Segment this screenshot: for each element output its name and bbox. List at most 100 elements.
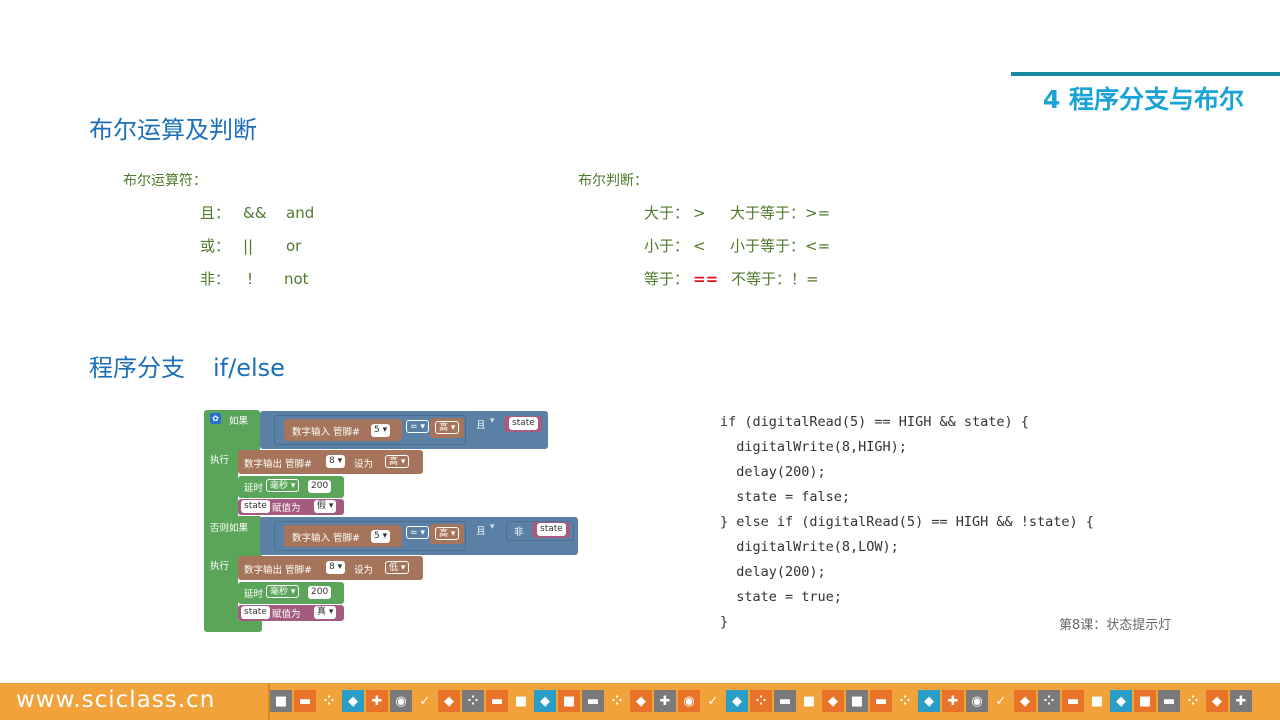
code-line: if (digitalRead(5) == HIGH && state) { — [720, 414, 1029, 430]
pin-output-dropdown[interactable]: 8 ▾ — [326, 561, 346, 574]
judge-symbol: < — [693, 237, 706, 255]
ms-dropdown[interactable]: 毫秒 ▾ — [266, 585, 300, 598]
code-line: } — [720, 614, 729, 630]
pattern-tile: ✓ — [990, 690, 1012, 712]
ms-dropdown[interactable]: 毫秒 ▾ — [266, 479, 300, 492]
pattern-tile: ■ — [1134, 690, 1156, 712]
pattern-tile: ■ — [558, 690, 580, 712]
pattern-tile: ⁘ — [462, 690, 484, 712]
pattern-tile: ▬ — [774, 690, 796, 712]
lesson-label: 第8课：状态提示灯 — [1059, 618, 1172, 633]
delay-value[interactable]: 200 — [308, 480, 332, 493]
pattern-tile: ▬ — [582, 690, 604, 712]
else-if-label: 否则如果 — [210, 523, 249, 534]
pin-input-dropdown[interactable]: 5 ▾ — [371, 424, 391, 437]
pattern-tile: ⁘ — [606, 690, 628, 712]
judge-name: 小于： — [644, 237, 690, 255]
pattern-tile: ✓ — [414, 690, 436, 712]
state-var: state — [537, 523, 566, 536]
digital-input-label: 数字输入 管脚# — [292, 533, 360, 544]
code-line: delay(200); — [720, 464, 826, 480]
pattern-tile: ✓ — [702, 690, 724, 712]
gear-icon[interactable]: ✿ — [210, 413, 221, 424]
pattern-tile: ◆ — [918, 690, 940, 712]
high-dropdown[interactable]: 高 ▾ — [385, 455, 410, 468]
code-line: delay(200); — [720, 564, 826, 580]
digital-output-label: 数字输出 管脚# — [244, 459, 312, 470]
pattern-tile: ◉ — [966, 690, 988, 712]
if-footer — [204, 620, 262, 632]
then-label: 执行 — [210, 455, 230, 466]
true-dropdown[interactable]: 真 ▾ — [314, 606, 337, 619]
pin-input-dropdown[interactable]: 5 ▾ — [371, 530, 391, 543]
pattern-tile: ◆ — [630, 690, 652, 712]
pin-output-dropdown[interactable]: 8 ▾ — [326, 455, 346, 468]
pattern-tile: ⁘ — [750, 690, 772, 712]
judge-symbol: > — [693, 204, 706, 222]
footer-url[interactable]: www.sciclass.cn — [16, 687, 215, 713]
state-var: state — [241, 606, 270, 619]
judge-row: 等于： == 不等于：！= — [644, 268, 819, 289]
digital-output-label: 数字输出 管脚# — [244, 565, 312, 576]
judge-name: 大于： — [644, 204, 690, 222]
pattern-tile: ◆ — [726, 690, 748, 712]
delay-label: 延时 — [244, 589, 264, 600]
eq-dropdown[interactable]: = ▾ — [406, 420, 429, 433]
pattern-tile: ⁘ — [894, 690, 916, 712]
pattern-tile: ▬ — [294, 690, 316, 712]
digital-input-label: 数字输入 管脚# — [292, 427, 360, 438]
op-name: 或： — [200, 237, 231, 255]
delay-value[interactable]: 200 — [308, 586, 332, 599]
op-word: or — [286, 237, 302, 255]
judge-row: 大于： > 大于等于：>= — [644, 202, 830, 223]
op-symbol: ! — [247, 270, 254, 288]
pattern-tile: ◆ — [822, 690, 844, 712]
state-var: state — [509, 417, 538, 430]
pattern-tile: ◆ — [438, 690, 460, 712]
pattern-tile: ▬ — [1062, 690, 1084, 712]
judge-name: 等于： — [644, 270, 690, 288]
pattern-tile: ◆ — [534, 690, 556, 712]
op-word: and — [286, 204, 315, 222]
judge-other: 大于等于：>= — [730, 204, 831, 222]
block-program: ✿ 如果 执行 否则如果 执行 数字输入 管脚# 5 ▾ = ▾ 高 ▾ 且 ▾… — [204, 410, 584, 632]
bool-op-row: 非：! not — [200, 268, 309, 289]
bool-heading: 布尔运算及判断 — [89, 116, 257, 144]
pattern-tile: ◆ — [342, 690, 364, 712]
op-word: not — [284, 270, 309, 288]
judge-symbol: == — [693, 270, 719, 288]
pattern-tile: ■ — [846, 690, 868, 712]
pattern-tile: ◆ — [1014, 690, 1036, 712]
assign-label: 赋值为 — [272, 503, 301, 514]
pattern-tile: ⁘ — [318, 690, 340, 712]
bool-ops-label: 布尔运算符： — [123, 173, 207, 189]
set-to-label: 设为 — [354, 565, 374, 576]
branch-title: 程序分支 — [89, 354, 185, 382]
if-label: 如果 — [229, 416, 249, 427]
pattern-tile: ⁘ — [1038, 690, 1060, 712]
low-dropdown[interactable]: 低 ▾ — [385, 561, 410, 574]
header-rule — [1011, 72, 1280, 76]
and-label: 且 — [476, 526, 486, 537]
high-dropdown[interactable]: 高 ▾ — [435, 527, 460, 540]
pattern-tile: ■ — [1086, 690, 1108, 712]
pattern-tile: ✚ — [366, 690, 388, 712]
pattern-tile: ◆ — [1206, 690, 1228, 712]
pattern-tile: ▬ — [1158, 690, 1180, 712]
decorative-pattern: ■ ▬ ⁘ ◆ ✚ ◉ ✓ ◆ ⁘ ▬ ■ ◆ ■ ▬ ⁘ ◆ ✚ ◉ ✓ ◆ ⁘ ▬ ■ ◆ ■ ▬ ⁘ ◆ ✚ ◉ ✓ ◆ ⁘ ▬ ■ ◆ ■ ▬ ⁘ ◆… — [270, 690, 1252, 712]
delay-label: 延时 — [244, 483, 264, 494]
code-line: state = true; — [720, 589, 842, 605]
branch-keyword: if/else — [213, 354, 285, 382]
op-symbol: || — [243, 237, 254, 255]
false-dropdown[interactable]: 假 ▾ — [314, 500, 337, 513]
eq-dropdown[interactable]: = ▾ — [406, 526, 429, 539]
section-title: 4 程序分支与布尔 — [1042, 85, 1244, 114]
bool-op-row: 或： || or — [200, 235, 301, 256]
pattern-tile: ✚ — [942, 690, 964, 712]
code-listing: if (digitalRead(5) == HIGH && state) { d… — [720, 410, 1094, 635]
op-symbol: && — [243, 204, 267, 222]
pattern-tile: ▬ — [870, 690, 892, 712]
code-line: digitalWrite(8,HIGH); — [720, 439, 907, 455]
assign-label: 赋值为 — [272, 609, 301, 620]
high-dropdown[interactable]: 高 ▾ — [435, 421, 460, 434]
